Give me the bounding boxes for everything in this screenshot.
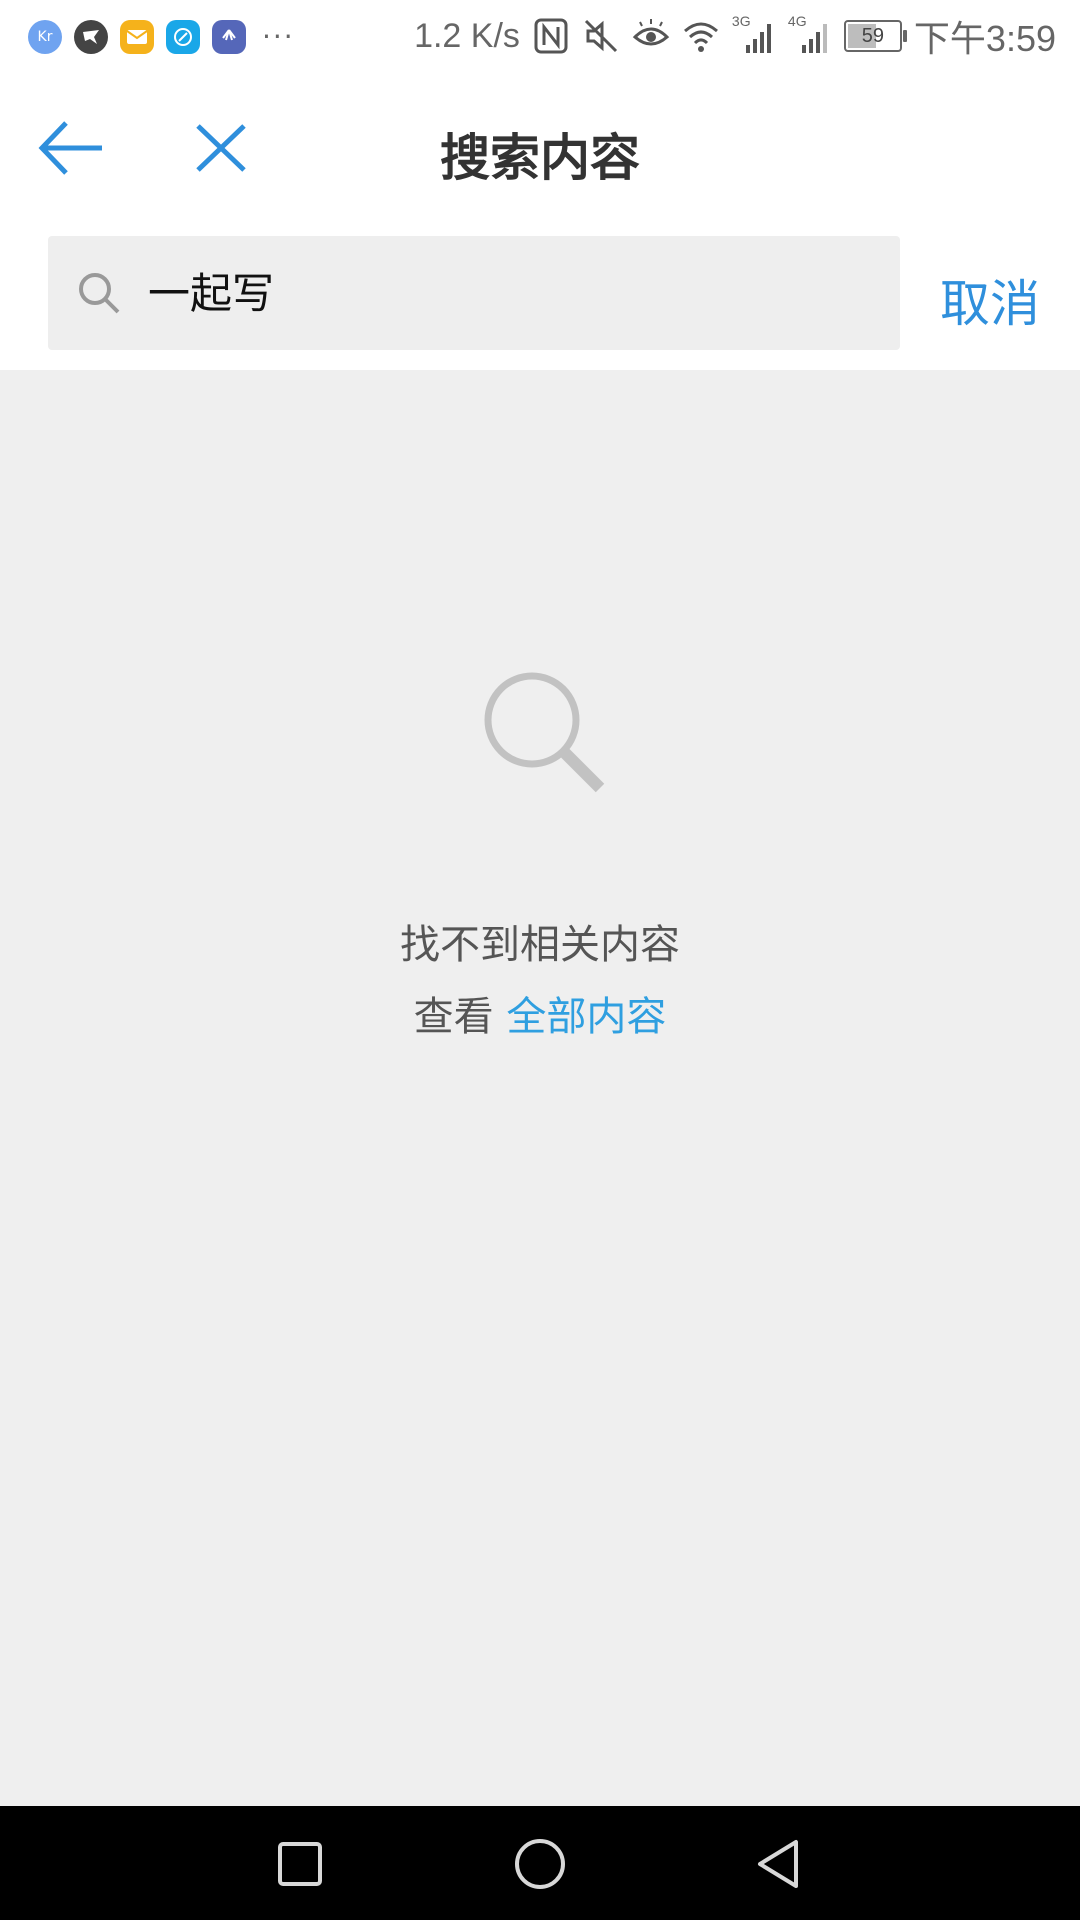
view-all-prefix: 查看: [413, 994, 507, 1040]
page-title: 搜索内容: [440, 129, 640, 187]
eye-comfort-icon: [632, 19, 670, 46]
system-nav-bar: [0, 1806, 1080, 1920]
status-bar: Kr ··· 1.2 K/s 3G 4G 59 下午3:59: [0, 0, 1080, 74]
mail-app-icon: [120, 20, 154, 54]
search-input[interactable]: [146, 236, 870, 352]
network-speed: 1.2 K/s: [414, 16, 520, 55]
view-all-line: 查看 全部内容: [0, 984, 1080, 1042]
signal-4g-icon: 4G: [788, 13, 832, 55]
mute-icon: [584, 19, 617, 53]
system-indicators: 1.2 K/s 3G 4G 59 下午3:59: [414, 13, 1056, 59]
search-icon: [79, 273, 120, 314]
search-bar: 取消: [0, 220, 1080, 370]
app-header: 搜索内容: [0, 74, 1080, 220]
wifi-icon: [683, 22, 718, 52]
battery-level: 59: [861, 24, 885, 47]
empty-search-icon: [484, 672, 605, 793]
36kr-app-icon: Kr: [28, 20, 62, 54]
no-results-message: 找不到相关内容: [400, 922, 680, 968]
search-box[interactable]: [48, 236, 900, 352]
cancel-button[interactable]: 取消: [940, 264, 1040, 336]
recent-apps-button[interactable]: [272, 1836, 328, 1892]
bird-app-icon: [74, 20, 108, 54]
home-button[interactable]: [512, 1836, 568, 1892]
nfc-icon: [534, 18, 568, 54]
browser-app-icon: [166, 20, 200, 54]
clock: 下午3:59: [913, 18, 1056, 59]
battery-icon: 59: [843, 20, 907, 52]
signal-3g-icon: 3G: [732, 13, 776, 55]
back-nav-button[interactable]: [752, 1836, 808, 1892]
more-notifications-indicator: ···: [262, 20, 295, 53]
notification-icons: Kr ···: [28, 18, 295, 56]
huawei-app-icon: [212, 20, 246, 54]
view-all-link[interactable]: 全部内容: [506, 994, 666, 1040]
